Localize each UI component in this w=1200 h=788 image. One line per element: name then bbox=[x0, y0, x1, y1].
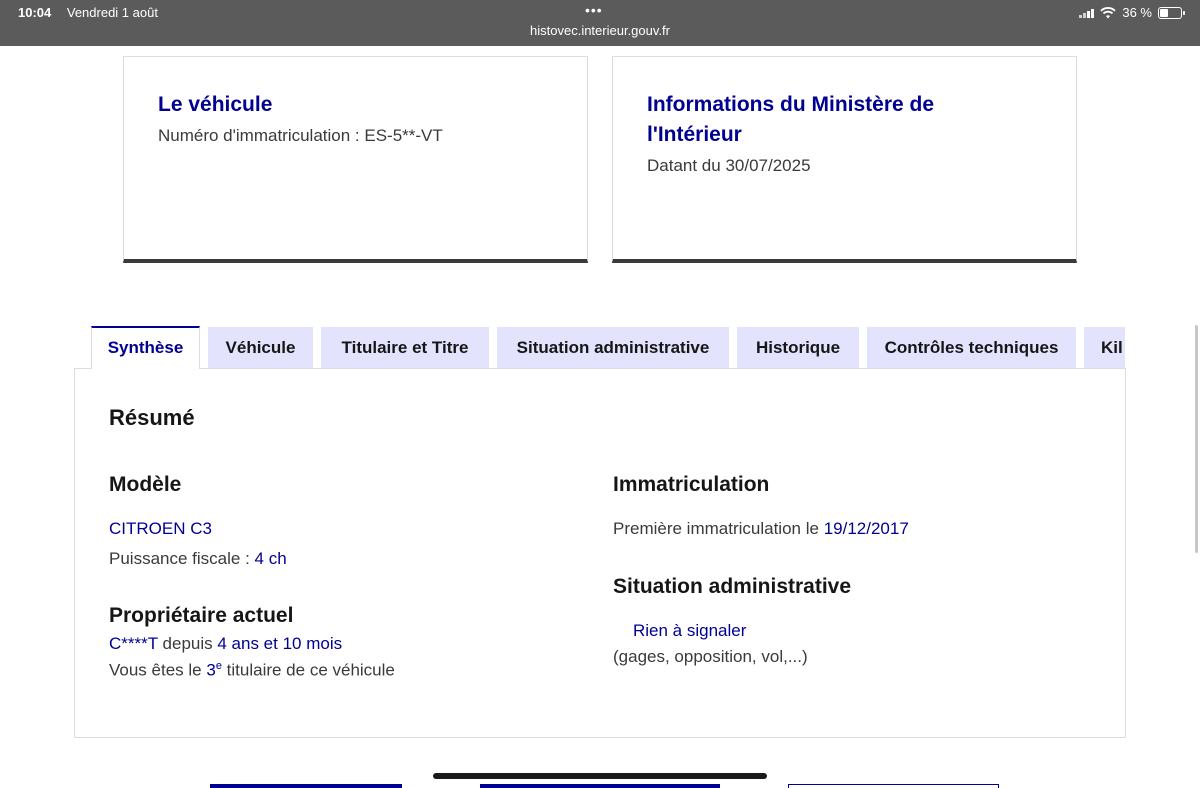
bottom-button-2[interactable] bbox=[480, 784, 720, 788]
tab-titulaire-titre[interactable]: Titulaire et Titre bbox=[321, 327, 489, 369]
status-date: Vendredi 1 août bbox=[66, 5, 158, 20]
admin-details: (gages, opposition, vol,...) bbox=[613, 647, 808, 666]
status-time: 10:04 bbox=[18, 5, 52, 20]
model-name: CITROEN C3 bbox=[109, 519, 212, 538]
tab-kilometrage[interactable]: Kil bbox=[1084, 327, 1125, 369]
bottom-button-1[interactable] bbox=[210, 784, 402, 788]
status-indicators: 36 % bbox=[1079, 5, 1185, 20]
owner-rank: Vous êtes le 3e titulaire de ce véhicule bbox=[109, 660, 395, 681]
vehicle-card-plate: Numéro d'immatriculation : ES-5**-VT bbox=[158, 126, 443, 145]
browser-status-bar: 10:04 Vendredi 1 août ••• histovec.inter… bbox=[0, 0, 1200, 46]
first-registration-date: 19/12/2017 bbox=[823, 519, 909, 538]
owner-rank-value: 3 bbox=[206, 660, 216, 680]
owner-since-label: depuis bbox=[157, 634, 218, 653]
battery-icon bbox=[1158, 6, 1185, 19]
admin-status: Rien à signaler bbox=[633, 621, 747, 640]
registration-title: Immatriculation bbox=[613, 473, 770, 496]
owner-rank-prefix: Vous êtes le bbox=[109, 660, 207, 680]
vehicle-card: Le véhicule Numéro d'immatriculation : E… bbox=[123, 56, 588, 263]
owner-title: Propriétaire actuel bbox=[109, 604, 294, 627]
tab-controles-techniques[interactable]: Contrôles techniques bbox=[867, 327, 1076, 369]
battery-percent: 36 % bbox=[1122, 5, 1152, 20]
signal-icon bbox=[1079, 8, 1095, 18]
fiscal-power-value: 4 ch bbox=[254, 549, 287, 568]
wifi-icon bbox=[1100, 6, 1116, 18]
tab-situation-administrative[interactable]: Situation administrative bbox=[497, 327, 729, 369]
vehicle-card-title: Le véhicule bbox=[158, 93, 273, 116]
ministry-card: Informations du Ministère de l'Intérieur… bbox=[612, 56, 1077, 263]
first-registration: Première immatriculation le 19/12/2017 bbox=[613, 519, 909, 539]
owner-since: C****T depuis 4 ans et 10 mois bbox=[109, 634, 342, 654]
tab-historique[interactable]: Historique bbox=[737, 327, 859, 369]
status-time-date: 10:04 Vendredi 1 août bbox=[18, 5, 158, 20]
url-bar[interactable]: histovec.interieur.gouv.fr bbox=[0, 23, 1200, 38]
model-title: Modèle bbox=[109, 473, 182, 496]
more-dots-icon[interactable]: ••• bbox=[585, 2, 603, 18]
summary-panel: Résumé Modèle CITROEN C3 Puissance fisca… bbox=[74, 368, 1126, 738]
owner-since-value: 4 ans et 10 mois bbox=[217, 634, 343, 653]
tab-vehicule[interactable]: Véhicule bbox=[208, 327, 313, 369]
owner-name: C****T bbox=[109, 634, 158, 653]
fiscal-power-label: Puissance fiscale : bbox=[109, 549, 255, 568]
home-indicator[interactable] bbox=[433, 773, 767, 779]
summary-title: Résumé bbox=[109, 405, 195, 430]
tab-synthese[interactable]: Synthèse bbox=[91, 326, 200, 369]
bottom-button-3[interactable] bbox=[788, 784, 999, 788]
owner-rank-suffix: titulaire de ce véhicule bbox=[221, 660, 395, 680]
ministry-card-title: Informations du Ministère de l'Intérieur bbox=[647, 93, 935, 146]
fiscal-power: Puissance fiscale : 4 ch bbox=[109, 549, 287, 569]
tab-bar: Synthèse Véhicule Titulaire et Titre Sit… bbox=[90, 326, 1125, 369]
first-registration-label: Première immatriculation le bbox=[613, 519, 824, 538]
ministry-card-date: Datant du 30/07/2025 bbox=[647, 156, 811, 175]
page-scrollbar[interactable] bbox=[1195, 325, 1198, 553]
admin-title: Situation administrative bbox=[613, 575, 852, 598]
